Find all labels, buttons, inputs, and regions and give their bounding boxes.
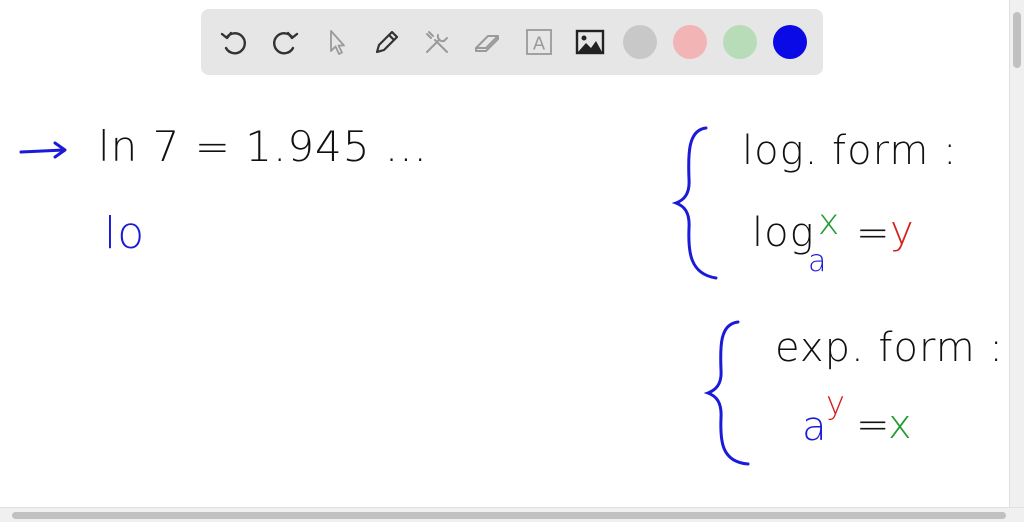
color-swatch-green[interactable]: [723, 25, 757, 59]
vertical-scrollbar[interactable]: [1009, 0, 1024, 508]
log-form-title: log. form :: [742, 128, 958, 174]
select-tool-button[interactable]: [318, 24, 354, 60]
log-result: y: [890, 208, 915, 254]
vertical-scrollbar-thumb[interactable]: [1013, 12, 1021, 68]
partial-log-text: lo: [104, 208, 146, 259]
log-equals: =: [856, 210, 891, 256]
log-form-equation: log a x = y: [752, 202, 932, 290]
horizontal-scrollbar[interactable]: [0, 507, 1024, 522]
horizontal-scrollbar-thumb[interactable]: [12, 512, 1006, 519]
color-swatch-red[interactable]: [673, 25, 707, 59]
redo-icon: [272, 31, 299, 55]
eraser-icon: [475, 35, 500, 52]
log-argument: x: [818, 202, 841, 243]
equation-ln7: ln 7 = 1.945 ...: [98, 122, 428, 171]
exp-form-equation: a y = x: [802, 384, 942, 468]
cursor-icon: [329, 30, 345, 55]
arrow-icon: [19, 141, 67, 159]
image-icon: [575, 29, 605, 55]
brace-icon: [672, 126, 718, 280]
redo-button[interactable]: [267, 24, 303, 60]
eraser-tool-button[interactable]: [470, 24, 506, 60]
tools-button[interactable]: [420, 24, 456, 60]
log-base: a: [808, 244, 828, 279]
wrench-icon: [426, 31, 449, 53]
color-swatch-blue[interactable]: [773, 25, 807, 59]
exp-result: x: [888, 402, 913, 448]
exp-form-title: exp. form :: [775, 325, 1004, 371]
pencil-icon: [375, 30, 398, 54]
pen-tool-button[interactable]: [369, 24, 405, 60]
image-tool-button[interactable]: [572, 24, 608, 60]
undo-icon: [220, 31, 246, 55]
svg-text:A: A: [533, 34, 546, 55]
exp-equals: =: [856, 402, 891, 448]
drawing-toolbar: A: [201, 9, 823, 75]
color-swatch-gray[interactable]: [623, 25, 657, 59]
log-text: log: [752, 210, 815, 256]
brace-icon: [704, 320, 750, 466]
exp-base: a: [802, 404, 828, 450]
exp-exponent: y: [826, 384, 846, 422]
text-tool-button[interactable]: A: [521, 24, 557, 60]
whiteboard-canvas[interactable]: ln 7 = 1.945 ... lo log. form : log a x …: [0, 80, 1009, 508]
undo-button[interactable]: [216, 24, 252, 60]
text-box-icon: A: [526, 29, 553, 55]
